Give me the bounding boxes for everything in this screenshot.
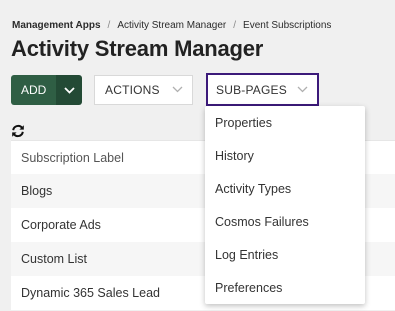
chevron-down-icon [63, 86, 75, 94]
menu-item-properties[interactable]: Properties [205, 106, 365, 139]
page-title: Activity Stream Manager [11, 36, 264, 61]
refresh-icon[interactable] [11, 124, 25, 138]
actions-label: ACTIONS [105, 83, 160, 97]
menu-item-activity-types[interactable]: Activity Types [205, 172, 365, 205]
breadcrumb-event-subscriptions: Event Subscriptions [243, 20, 332, 31]
menu-item-cosmos-failures[interactable]: Cosmos Failures [205, 205, 365, 238]
menu-item-history[interactable]: History [205, 139, 365, 172]
chevron-down-icon [172, 86, 183, 93]
menu-item-log-entries[interactable]: Log Entries [205, 238, 365, 271]
breadcrumb-activity-stream-manager[interactable]: Activity Stream Manager [117, 20, 226, 31]
breadcrumb-management-apps[interactable]: Management Apps [12, 20, 101, 31]
sub-pages-dropdown[interactable]: SUB-PAGES [206, 73, 319, 106]
page: Management Apps / Activity Stream Manage… [0, 0, 395, 311]
add-dropdown-toggle[interactable] [56, 75, 82, 105]
add-button-group: ADD [11, 75, 82, 105]
breadcrumb: Management Apps / Activity Stream Manage… [12, 20, 331, 31]
actions-dropdown[interactable]: ACTIONS [94, 75, 193, 105]
add-button[interactable]: ADD [11, 75, 56, 105]
breadcrumb-separator: / [233, 20, 237, 31]
sub-pages-label: SUB-PAGES [216, 82, 287, 97]
breadcrumb-separator: / [107, 20, 111, 31]
chevron-down-icon [297, 86, 308, 92]
menu-item-preferences[interactable]: Preferences [205, 271, 365, 304]
sub-pages-menu: Properties History Activity Types Cosmos… [205, 106, 365, 304]
